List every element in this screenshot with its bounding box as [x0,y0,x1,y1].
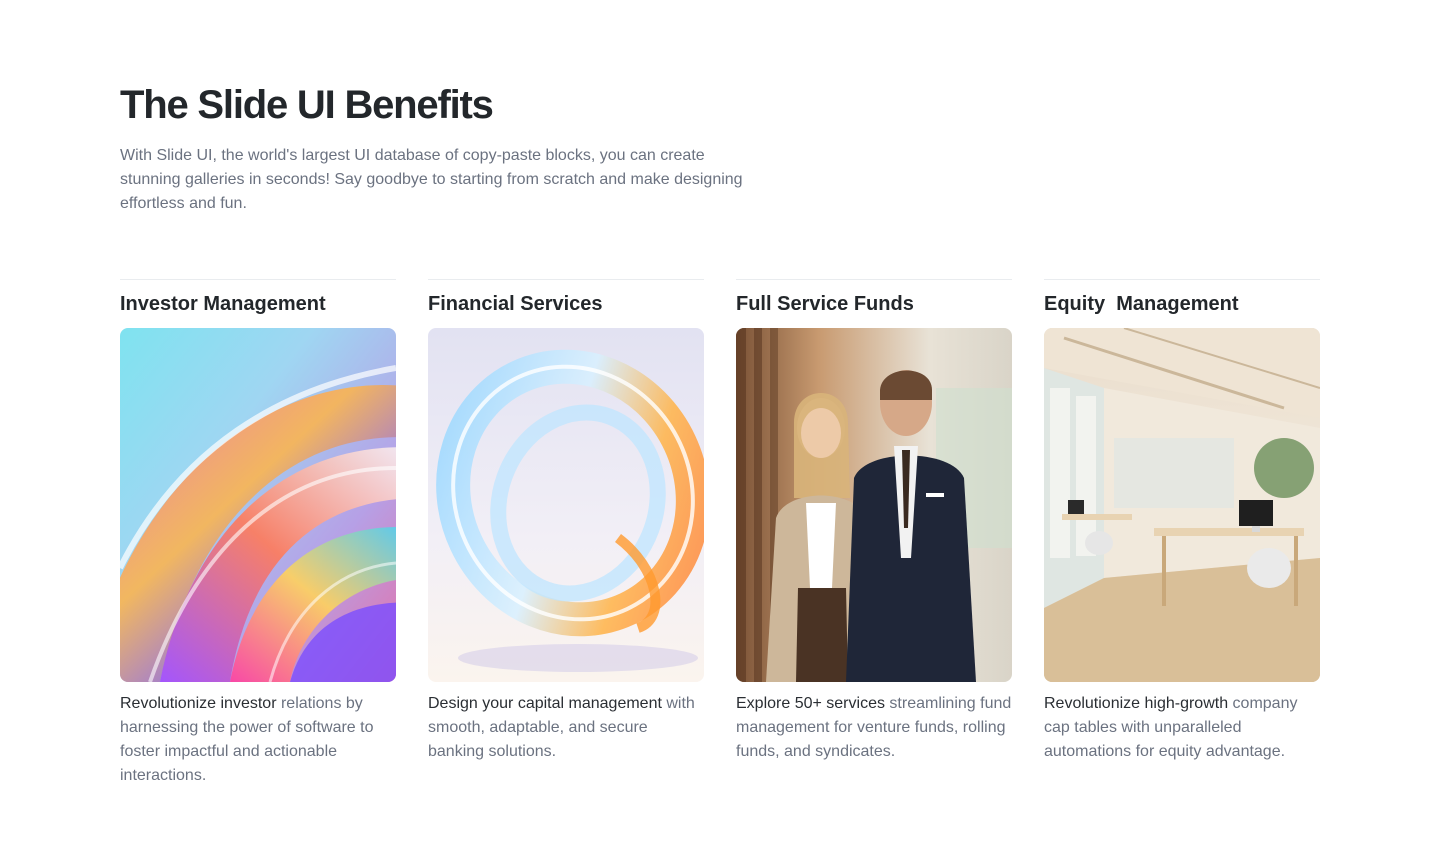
card-title: Financial Services [428,293,603,315]
intro-text: With Slide UI, the world's largest UI da… [120,147,743,212]
card-description-lead: Revolutionize investor [120,695,277,712]
card-description: Explore 50+ services streamlining fund m… [736,692,1012,764]
card-title: Equity Management [1044,293,1239,315]
benefit-card-full-service-funds[interactable]: Full Service Funds Explore 50+ services … [736,279,1012,788]
benefit-card-financial-services[interactable]: Financial Services Design your capital m… [428,279,704,788]
card-description-lead: Revolutionize high-growth [1044,695,1229,712]
card-title: Investor Management [120,293,326,315]
card-description: Design your capital management with smoo… [428,692,704,764]
business-people-photo [736,328,1012,682]
card-description: Revolutionize high-growth company cap ta… [1044,692,1320,764]
page-title: The Slide UI Benefits [120,83,494,127]
glass-ring-image [428,328,704,682]
card-title: Full Service Funds [736,293,914,315]
card-description-lead: Design your capital management [428,695,662,712]
benefits-section: The Slide UI Benefits With Slide UI, the… [0,0,1440,868]
card-description-lead: Explore 50+ services [736,695,885,712]
office-interior-photo [1044,328,1320,682]
benefit-card-investor-management[interactable]: Investor Management Revolutionize invest… [120,279,396,788]
benefit-card-equity-management[interactable]: Equity Management Revolutionize high-gro… [1044,279,1320,788]
benefits-grid: Investor Management Revolutionize invest… [120,279,1320,788]
card-description: Revolutionize investor relations by harn… [120,692,396,788]
abstract-swirl-image [120,328,396,682]
